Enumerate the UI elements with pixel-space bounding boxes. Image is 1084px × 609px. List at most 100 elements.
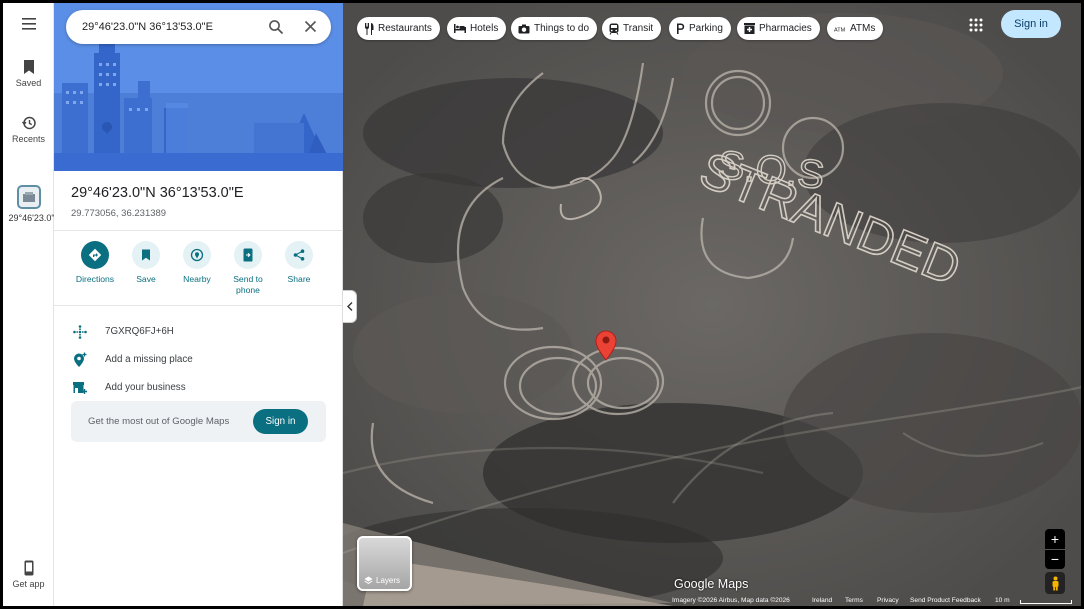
bookmark-icon [23, 60, 34, 74]
place-coordinates: 29.773056, 36.231389 [71, 208, 167, 219]
region-link[interactable]: Ireland [812, 597, 832, 604]
bookmark-icon [142, 249, 150, 261]
promo-text: Get the most out of Google Maps [88, 416, 230, 427]
restaurant-icon [364, 22, 374, 35]
plus-code-row[interactable]: 7GXRQ6FJ+6H [54, 321, 343, 343]
pharmacy-icon [744, 23, 755, 34]
recents-label: Recents [11, 134, 46, 144]
chip-restaurants[interactable]: Restaurants [357, 17, 440, 40]
save-button[interactable]: Save [120, 241, 172, 285]
plus-code-icon [73, 325, 87, 339]
layers-label-group: Layers [364, 576, 400, 585]
satellite-map[interactable]: S.O.S STRANDED Restaurants Hotels Things… [343, 3, 1081, 606]
close-icon[interactable] [304, 20, 317, 33]
street-view-pegman-icon[interactable] [1045, 572, 1065, 594]
recent-place-item[interactable]: 29°46'23.0"N... [3, 185, 69, 224]
share-icon [293, 249, 305, 261]
chip-things-to-do[interactable]: Things to do [511, 17, 598, 40]
zoom-control: + − [1045, 529, 1065, 569]
saved-button[interactable]: Saved [3, 59, 54, 88]
google-maps-window: Saved Recents 29°46'23.0"N... Get app 29… [3, 3, 1081, 606]
saved-label: Saved [15, 78, 42, 88]
layers-label: Layers [376, 576, 401, 585]
hotel-icon [454, 24, 466, 33]
send-to-phone-icon [243, 248, 253, 262]
search-icon[interactable] [268, 19, 284, 35]
phone-icon [24, 560, 33, 576]
search-box [66, 10, 331, 44]
menu-button[interactable] [3, 17, 54, 34]
sign-in-promo: Get the most out of Google Maps Sign in [71, 401, 326, 442]
chip-hotels-label: Hotels [470, 23, 499, 34]
directions-icon [88, 248, 102, 262]
layers-icon [364, 576, 373, 584]
scale-bar [1020, 600, 1072, 604]
svg-text:ATM: ATM [834, 27, 846, 32]
share-button[interactable]: Share [273, 241, 325, 285]
send-to-phone-button[interactable]: Send to phone [222, 241, 274, 296]
nearby-label: Nearby [183, 274, 211, 284]
nearby-button[interactable]: Nearby [171, 241, 223, 285]
chip-transit-label: Transit [623, 23, 654, 34]
privacy-link[interactable]: Privacy [877, 597, 899, 604]
recent-place-thumbnail [16, 185, 41, 209]
layers-button[interactable]: Layers [357, 536, 412, 591]
chip-atms-label: ATMs [850, 23, 876, 34]
hero-illustration [54, 3, 343, 171]
chip-things-to-do-label: Things to do [534, 23, 590, 34]
divider [54, 305, 343, 306]
directions-button[interactable]: Directions [69, 241, 121, 285]
feedback-link[interactable]: Send Product Feedback [910, 597, 981, 604]
chip-parking-label: Parking [689, 23, 723, 34]
google-maps-logo: Google Maps [674, 577, 749, 591]
add-location-icon [74, 352, 87, 367]
recent-place-label: 29°46'23.0"N... [8, 213, 69, 223]
collapse-panel-button[interactable] [343, 290, 357, 323]
chip-pharmacies[interactable]: Pharmacies [737, 17, 820, 40]
get-app-label: Get app [12, 579, 45, 589]
parking-icon [677, 23, 685, 34]
hamburger-menu-icon [21, 18, 36, 30]
promo-sign-in-button[interactable]: Sign in [253, 409, 308, 434]
chip-transit[interactable]: Transit [602, 17, 662, 40]
zoom-in-button[interactable]: + [1045, 529, 1065, 549]
google-apps-icon[interactable] [969, 18, 983, 32]
chip-hotels[interactable]: Hotels [447, 17, 507, 40]
save-label: Save [136, 274, 156, 284]
add-missing-place-row[interactable]: Add a missing place [54, 349, 343, 371]
search-input[interactable] [82, 18, 252, 36]
pegman-figure-icon [1052, 576, 1058, 590]
plus-code-text: 7GXRQ6FJ+6H [105, 326, 174, 337]
scale-label[interactable]: 10 m [995, 597, 1010, 604]
nearby-icon [190, 248, 204, 262]
history-icon [21, 116, 36, 130]
chip-parking[interactable]: Parking [669, 17, 731, 40]
chip-pharmacies-label: Pharmacies [759, 23, 812, 34]
chip-atms[interactable]: ATM ATMs [827, 17, 884, 40]
add-business-row[interactable]: Add your business [54, 377, 343, 399]
place-title: 29°46'23.0"N 36°13'53.0"E [71, 185, 244, 201]
share-label: Share [287, 274, 311, 284]
sign-in-button[interactable]: Sign in [1001, 10, 1061, 38]
place-panel: 29°46'23.0"N 36°13'53.0"E 29.773056, 36.… [54, 3, 343, 606]
atm-icon: ATM [834, 27, 846, 32]
transit-icon [609, 23, 619, 35]
left-rail: Saved Recents 29°46'23.0"N... Get app [3, 3, 69, 606]
satellite-imagery: S.O.S STRANDED [343, 3, 1081, 606]
storefront-add-icon [73, 382, 87, 394]
camera-icon [518, 24, 530, 33]
add-missing-place-text: Add a missing place [105, 354, 193, 365]
divider [54, 230, 343, 231]
zoom-out-button[interactable]: − [1045, 549, 1065, 569]
map-footer: Imagery ©2026 Airbus, Map data ©2026 Ire… [672, 596, 1081, 606]
place-thumbnail-icon [22, 192, 35, 202]
directions-label: Directions [75, 274, 115, 284]
get-app-button[interactable]: Get app [3, 560, 54, 589]
recents-button[interactable]: Recents [3, 115, 54, 144]
terms-link[interactable]: Terms [845, 597, 863, 604]
add-business-text: Add your business [105, 382, 186, 393]
imagery-attribution: Imagery ©2026 Airbus, Map data ©2026 [672, 597, 790, 604]
send-to-phone-label: Send to phone [233, 274, 263, 295]
chip-restaurants-label: Restaurants [378, 23, 432, 34]
chevron-left-icon [346, 302, 352, 311]
